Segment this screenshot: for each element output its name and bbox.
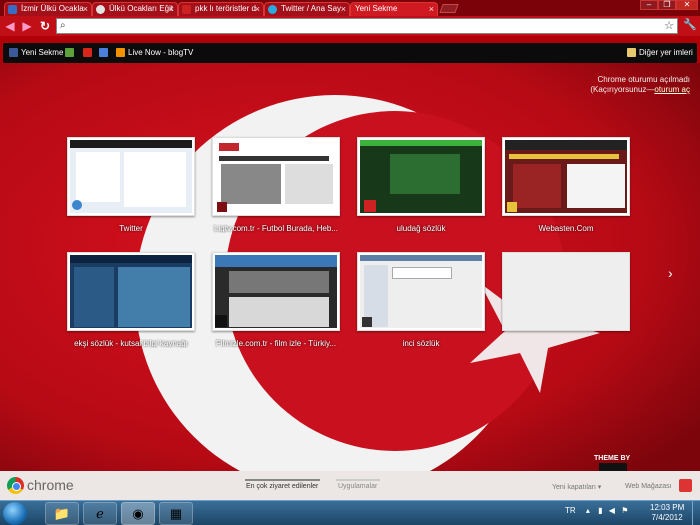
start-button[interactable] bbox=[3, 502, 27, 525]
tab-title: pkk lı teröristler d bbox=[195, 4, 256, 13]
chrome-logo-icon bbox=[7, 477, 24, 494]
thumbnail-label: Ligtv.com.tr - Futbol Burada, Heb... bbox=[214, 224, 338, 233]
google-icon bbox=[99, 48, 108, 58]
language-indicator[interactable]: TR bbox=[565, 506, 576, 515]
internet-explorer-icon[interactable]: ℯ bbox=[83, 502, 117, 525]
tab-most-visited[interactable]: En çok ziyaret edilenler bbox=[246, 483, 318, 490]
next-page-arrow-icon[interactable]: › bbox=[668, 265, 673, 281]
tab-2[interactable]: Ülkü Ocakları Eğit × bbox=[92, 2, 178, 16]
u-icon bbox=[83, 48, 92, 58]
address-bar[interactable]: ⌕ ☆ bbox=[56, 18, 678, 34]
recently-closed-label: Yeni kapatılan bbox=[552, 484, 596, 491]
tab-indicator bbox=[336, 479, 380, 481]
network-icon[interactable]: ▮ bbox=[598, 506, 602, 515]
explorer-icon[interactable]: 📁 bbox=[45, 502, 79, 525]
tab-apps[interactable]: Uygulamalar bbox=[338, 483, 377, 490]
tab-title: Twitter / Ana Say bbox=[281, 4, 342, 13]
thumbnail-twitter[interactable] bbox=[67, 137, 195, 216]
star-icon[interactable]: ☆ bbox=[664, 19, 674, 32]
tab-strip: İzmir Ülkü Ocakla × Ülkü Ocakları Eğit ×… bbox=[0, 0, 700, 16]
tab-3[interactable]: pkk lı teröristler d × bbox=[178, 2, 264, 16]
chrome-taskbar-icon[interactable]: ◉ bbox=[121, 502, 155, 525]
thumbnail-empty[interactable] bbox=[502, 252, 630, 331]
sign-in-link[interactable]: oturum aç bbox=[654, 85, 690, 94]
flag-icon[interactable]: ⚑ bbox=[621, 506, 628, 515]
thumbnail-inci[interactable] bbox=[357, 252, 485, 331]
tab-title: İzmir Ülkü Ocakla bbox=[21, 4, 84, 13]
close-icon[interactable]: × bbox=[429, 3, 434, 15]
tab-title: Ülkü Ocakları Eğit bbox=[109, 4, 174, 13]
bookmark-yeni-sekme[interactable]: Yeni Sekme bbox=[9, 47, 63, 59]
recently-closed-menu[interactable]: Yeni kapatılan ▾ bbox=[552, 483, 601, 491]
web-store-icon[interactable] bbox=[679, 479, 692, 492]
minimize-button[interactable]: – bbox=[640, 0, 658, 10]
chevron-down-icon: ▾ bbox=[597, 484, 602, 491]
close-icon[interactable]: × bbox=[255, 3, 260, 15]
wrench-menu-icon[interactable]: 🔧 bbox=[683, 18, 697, 32]
sync-line1: Chrome oturumu açılmadı bbox=[597, 75, 690, 84]
system-tray: TR ▴ ▮ ◀ ⚑ bbox=[565, 506, 628, 515]
bookmark-green[interactable] bbox=[65, 47, 77, 59]
chrome-wordmark: chrome bbox=[27, 477, 74, 493]
tab-4[interactable]: Twitter / Ana Say × bbox=[264, 2, 350, 16]
tab-1[interactable]: İzmir Ülkü Ocakla × bbox=[4, 2, 92, 16]
forward-button[interactable]: ▶ bbox=[20, 19, 34, 33]
tray-arrow-icon[interactable]: ▴ bbox=[586, 506, 590, 515]
web-store-link[interactable]: Web Mağazası bbox=[625, 483, 672, 490]
reload-button[interactable]: ↻ bbox=[38, 19, 52, 33]
thumbnail-label: inci sözlük bbox=[402, 339, 440, 348]
close-icon[interactable]: × bbox=[83, 3, 88, 15]
folder-icon bbox=[627, 48, 636, 58]
theme-credit: THEME BY bbox=[594, 455, 631, 462]
window-close-button[interactable]: ✕ bbox=[676, 0, 698, 10]
browser-toolbar: ◀ ▶ ↻ ⌕ ☆ 🔧 bbox=[0, 16, 700, 36]
green-square-icon bbox=[65, 48, 74, 58]
page-icon bbox=[354, 5, 363, 14]
sync-line2: (Kaçırıyorsunuz— bbox=[590, 85, 655, 94]
thumbnail-webasten[interactable] bbox=[502, 137, 630, 216]
thumbnail-label: uludağ sözlük bbox=[396, 224, 446, 233]
close-icon[interactable]: × bbox=[169, 3, 174, 15]
clock-date: 7/4/2012 bbox=[651, 513, 683, 522]
volume-icon[interactable]: ◀ bbox=[609, 506, 615, 515]
ntp-footer: chrome En çok ziyaret edilenler Uygulama… bbox=[0, 471, 700, 500]
new-tab-button[interactable] bbox=[439, 4, 459, 13]
maximize-button[interactable]: ❐ bbox=[658, 0, 676, 10]
tab-indicator bbox=[245, 479, 320, 481]
bookmarks-bar: Yeni Sekme Live Now - blogTV Diğer yer i… bbox=[3, 43, 697, 63]
tab-favicon-icon bbox=[8, 5, 17, 14]
thumbnail-eksi[interactable] bbox=[67, 252, 195, 331]
bookmark-google[interactable] bbox=[99, 47, 111, 59]
bookmark-u[interactable] bbox=[83, 47, 95, 59]
bookmark-label: Live Now - blogTV bbox=[128, 48, 194, 57]
sync-notice: Chrome oturumu açılmadı (Kaçırıyorsunuz—… bbox=[590, 75, 690, 95]
windows-taskbar: 📁 ℯ ◉ ▦ TR ▴ ▮ ◀ ⚑ 12:03 PM 7/4/2012 bbox=[0, 500, 700, 525]
other-bookmarks-label: Diğer yer imleri bbox=[639, 48, 693, 57]
tab-active[interactable]: Yeni Sekme × bbox=[350, 2, 438, 16]
show-desktop-button[interactable] bbox=[692, 501, 700, 525]
bookmark-label: Yeni Sekme bbox=[21, 48, 64, 57]
back-button[interactable]: ◀ bbox=[3, 19, 17, 33]
thumbnail-ligtv[interactable] bbox=[212, 137, 340, 216]
rss-icon bbox=[116, 48, 125, 58]
twitter-bird-icon bbox=[268, 5, 277, 14]
bookmark-blogtv[interactable]: Live Now - blogTV bbox=[116, 47, 193, 59]
app-taskbar-icon[interactable]: ▦ bbox=[159, 502, 193, 525]
thumbnail-label: Twitter bbox=[119, 224, 143, 233]
search-icon: ⌕ bbox=[60, 20, 66, 31]
other-bookmarks[interactable]: Diğer yer imleri bbox=[627, 47, 693, 59]
thumbnail-filmizle[interactable] bbox=[212, 252, 340, 331]
thumbnail-label: ekşi sözlük - kutsal bilgi kaynağı bbox=[74, 339, 188, 348]
thumbnail-label: Filmizle.com.tr - film izle - Türkiy... bbox=[215, 339, 337, 348]
u-logo-icon bbox=[182, 5, 191, 14]
facebook-icon bbox=[9, 48, 18, 58]
thumbnail-label: Webasten.Com bbox=[538, 224, 594, 233]
clock-time: 12:03 PM bbox=[650, 503, 685, 512]
close-icon[interactable]: × bbox=[341, 3, 346, 15]
thumbnail-uludag[interactable] bbox=[357, 137, 485, 216]
clock[interactable]: 12:03 PM 7/4/2012 bbox=[650, 503, 684, 523]
tab-favicon-icon bbox=[96, 5, 105, 14]
